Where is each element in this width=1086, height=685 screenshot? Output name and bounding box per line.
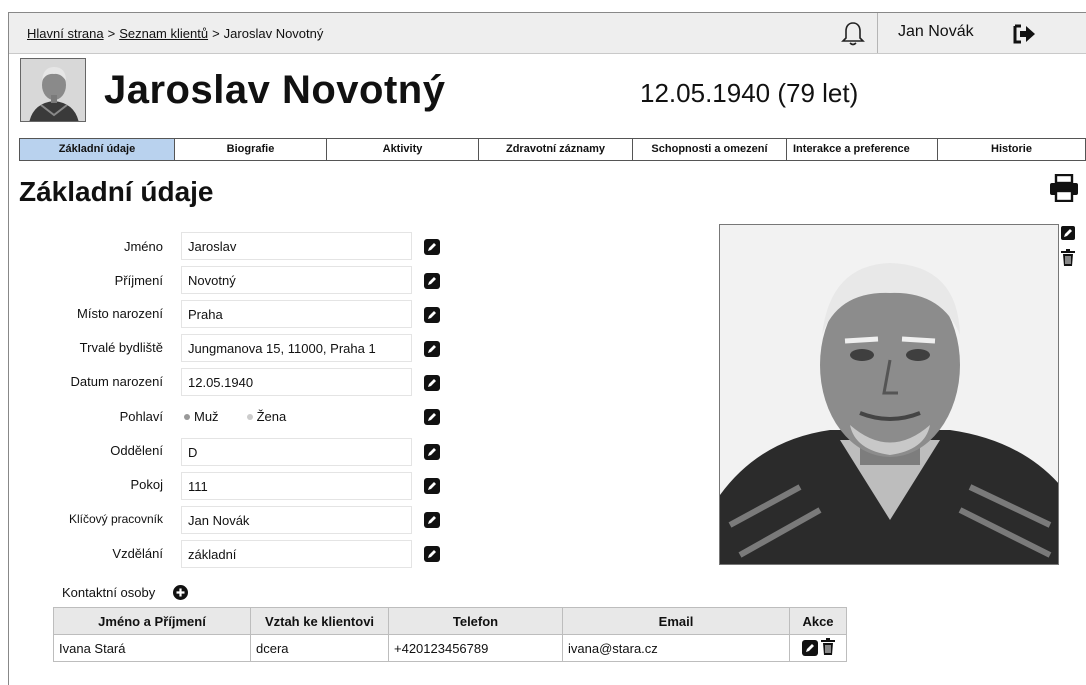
contact-name-cell: Ivana Stará (53, 634, 251, 662)
breadcrumb-current: Jaroslav Novotný (223, 26, 324, 41)
tab-bar: Základní údaje Biografie Aktivity Zdravo… (19, 138, 1086, 161)
col-relation-header[interactable]: Vztah ke klientovi (250, 607, 389, 635)
edit-photo-button[interactable] (1061, 226, 1075, 240)
contact-actions-cell (789, 634, 847, 662)
tab-biografie[interactable]: Biografie (175, 139, 327, 160)
tab-aktivity[interactable]: Aktivity (327, 139, 479, 160)
department-label: Oddělení (110, 443, 163, 458)
edit-department-button[interactable] (424, 444, 440, 460)
birth-date-label: Datum narození (70, 374, 164, 389)
address-field[interactable]: Jungmanova 15, 11000, Praha 1 (181, 334, 412, 362)
tab-interakce-a-preference[interactable]: Interakce a preference (787, 139, 938, 160)
contact-email-cell: ivana@stara.cz (562, 634, 790, 662)
last-name-label: Příjmení (114, 273, 163, 288)
gender-male-radio[interactable] (184, 413, 190, 420)
client-birth-age: 12.05.1940 (79 let) (640, 78, 859, 108)
col-name-header[interactable]: Jméno a Příjmení (53, 607, 251, 635)
client-photo (719, 224, 1059, 565)
gender-label: Pohlaví (119, 409, 163, 424)
table-header-row: Jméno a Příjmení Vztah ke klientovi Tele… (53, 607, 847, 635)
edit-last-name-button[interactable] (424, 273, 440, 289)
contact-phone-cell: +420123456789 (388, 634, 563, 662)
edit-room-button[interactable] (424, 478, 440, 494)
edit-key-worker-button[interactable] (424, 512, 440, 528)
tab-schopnosti-a-omezeni[interactable]: Schopnosti a omezení (633, 139, 787, 160)
add-contact-plus-icon[interactable] (173, 585, 188, 600)
tab-zakladni-udaje[interactable]: Základní údaje (20, 139, 175, 160)
contacts-label: Kontaktní osoby (62, 585, 156, 600)
delete-contact-trash-icon[interactable] (820, 638, 835, 658)
last-name-field[interactable]: Novotný (181, 266, 412, 294)
breadcrumb-home-link[interactable]: Hlavní strana (27, 26, 104, 41)
edit-birth-date-button[interactable] (424, 375, 440, 391)
key-worker-label: Klíčový pracovník (68, 512, 163, 526)
edit-birth-place-button[interactable] (424, 307, 440, 323)
breadcrumb-clients-link[interactable]: Seznam klientů (119, 26, 208, 41)
department-field[interactable]: D (181, 438, 412, 466)
edit-address-button[interactable] (424, 341, 440, 357)
user-name[interactable]: Jan Novák (898, 23, 974, 41)
table-row: Ivana Stará dcera +420123456789 ivana@st… (53, 634, 847, 662)
contacts-table: Jméno a Příjmení Vztah ke klientovi Tele… (53, 607, 847, 662)
gender-radio-group: Muž Žena (184, 409, 314, 424)
logout-icon[interactable] (1011, 22, 1037, 46)
col-email-header[interactable]: Email (562, 607, 790, 635)
education-field[interactable]: základní (181, 540, 412, 568)
col-actions-header: Akce (789, 607, 847, 635)
col-phone-header[interactable]: Telefon (388, 607, 563, 635)
breadcrumb: Hlavní strana > Seznam klientů > Jaroslav No… (27, 26, 323, 41)
printer-icon[interactable] (1048, 173, 1080, 203)
bell-icon[interactable] (841, 21, 865, 47)
section-title: Základní údaje (19, 176, 214, 207)
tab-historie[interactable]: Historie (938, 139, 1086, 160)
breadcrumb-separator: > (107, 26, 116, 41)
contact-relation-cell: dcera (250, 634, 389, 662)
room-field[interactable]: 111 (181, 472, 412, 500)
gender-female-radio[interactable] (246, 413, 253, 420)
address-label: Trvalé bydliště (79, 340, 163, 355)
education-label: Vzdělání (112, 546, 163, 561)
birth-place-label: Místo narození (77, 306, 163, 321)
breadcrumb-separator: > (212, 26, 220, 41)
delete-photo-trash-icon[interactable] (1061, 249, 1075, 266)
birth-place-field[interactable]: Praha (181, 300, 412, 328)
room-label: Pokoj (130, 477, 163, 492)
edit-contact-pencil-icon[interactable] (801, 640, 818, 656)
edit-gender-button[interactable] (424, 409, 440, 425)
key-worker-field[interactable]: Jan Novák (181, 506, 412, 534)
gender-female-label[interactable]: Žena (257, 409, 287, 424)
edit-education-button[interactable] (424, 546, 440, 562)
tab-zdravotni-zaznamy[interactable]: Zdravotní záznamy (479, 139, 633, 160)
birth-date-field[interactable]: 12.05.1940 (181, 368, 412, 396)
top-bar: Hlavní strana > Seznam klientů > Jaroslav No… (9, 13, 1086, 54)
first-name-label: Jméno (123, 239, 163, 254)
topbar-divider (877, 13, 878, 53)
client-avatar (20, 58, 86, 122)
first-name-field[interactable]: Jaroslav (181, 232, 412, 260)
edit-first-name-button[interactable] (424, 239, 440, 255)
gender-male-label[interactable]: Muž (194, 409, 219, 424)
client-name: Jaroslav Novotný (104, 68, 446, 112)
